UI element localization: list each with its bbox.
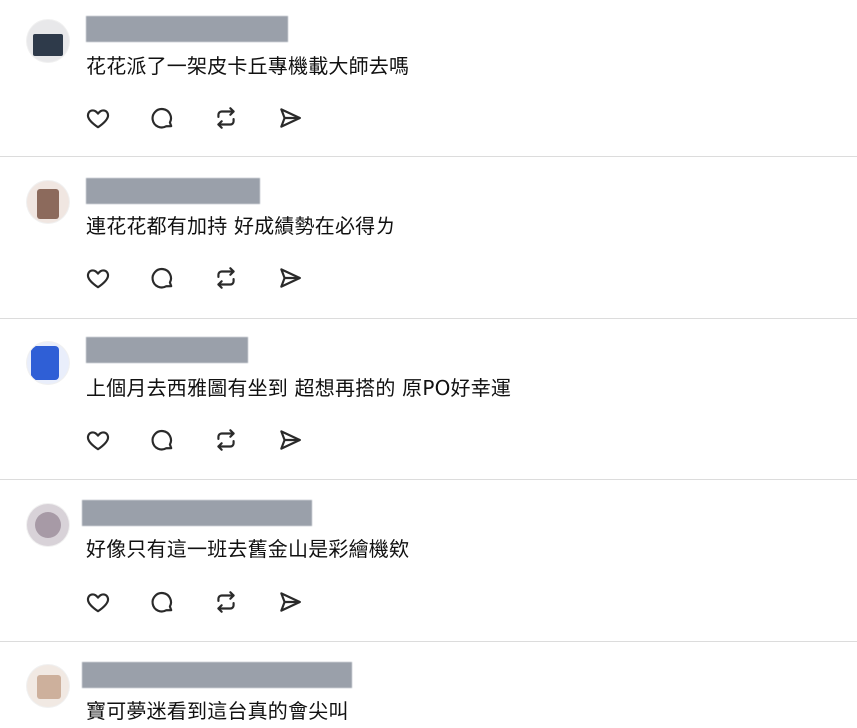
comment-text: 花花派了一架皮卡丘專機載大師去嗎 [86,54,410,78]
heart-icon [86,109,110,129]
comment-actions [84,264,340,292]
username-redacted[interactable] [82,662,352,688]
reply-button[interactable] [148,264,176,292]
repost-button[interactable] [212,104,240,132]
repost-button[interactable] [212,264,240,292]
comment-item: 花花派了一架皮卡丘專機載大師去嗎 [0,0,857,157]
comment-item: 寶可夢迷看到這台真的會尖叫 [0,642,857,728]
share-button[interactable] [276,426,304,454]
avatar[interactable] [27,342,69,384]
repost-icon [217,267,235,289]
comment-item: 連花花都有加持 好成績勢在必得ㄌ [0,157,857,319]
avatar[interactable] [27,504,69,546]
heart-icon [86,593,110,613]
comment-icon [151,592,173,613]
share-button[interactable] [276,104,304,132]
share-button[interactable] [276,588,304,616]
avatar[interactable] [27,20,69,62]
username-redacted[interactable] [86,16,288,42]
repost-button[interactable] [212,426,240,454]
comment-item: 上個月去西雅圖有坐到 超想再搭的 原PO好幸運 [0,319,857,480]
repost-icon [217,429,235,451]
comment-text: 連花花都有加持 好成績勢在必得ㄌ [86,214,396,238]
comment-actions [84,426,340,454]
repost-icon [217,591,235,613]
heart-icon [86,431,110,451]
comment-actions [84,588,340,616]
like-button[interactable] [84,426,112,454]
avatar[interactable] [27,665,69,707]
reply-button[interactable] [148,104,176,132]
share-icon [280,592,301,612]
comment-text: 好像只有這一班去舊金山是彩繪機欸 [86,537,410,561]
share-icon [280,268,301,288]
like-button[interactable] [84,588,112,616]
comment-icon [151,268,173,289]
comment-feed: 花花派了一架皮卡丘專機載大師去嗎 連花花都有加持 好成績勢在必得ㄌ 上個月去西雅… [0,0,857,728]
comment-actions [84,104,340,132]
share-icon [280,108,301,128]
heart-icon [86,269,110,289]
like-button[interactable] [84,264,112,292]
share-icon [280,430,301,450]
reply-button[interactable] [148,426,176,454]
repost-button[interactable] [212,588,240,616]
share-button[interactable] [276,264,304,292]
comment-text: 上個月去西雅圖有坐到 超想再搭的 原PO好幸運 [86,376,512,400]
username-redacted[interactable] [82,500,312,526]
avatar[interactable] [27,181,69,223]
comment-text: 寶可夢迷看到這台真的會尖叫 [86,699,349,723]
reply-button[interactable] [148,588,176,616]
username-redacted[interactable] [86,337,248,363]
like-button[interactable] [84,104,112,132]
comment-icon [151,430,173,451]
comment-item: 好像只有這一班去舊金山是彩繪機欸 [0,480,857,642]
comment-icon [151,108,173,129]
username-redacted[interactable] [86,178,260,204]
repost-icon [217,107,235,129]
